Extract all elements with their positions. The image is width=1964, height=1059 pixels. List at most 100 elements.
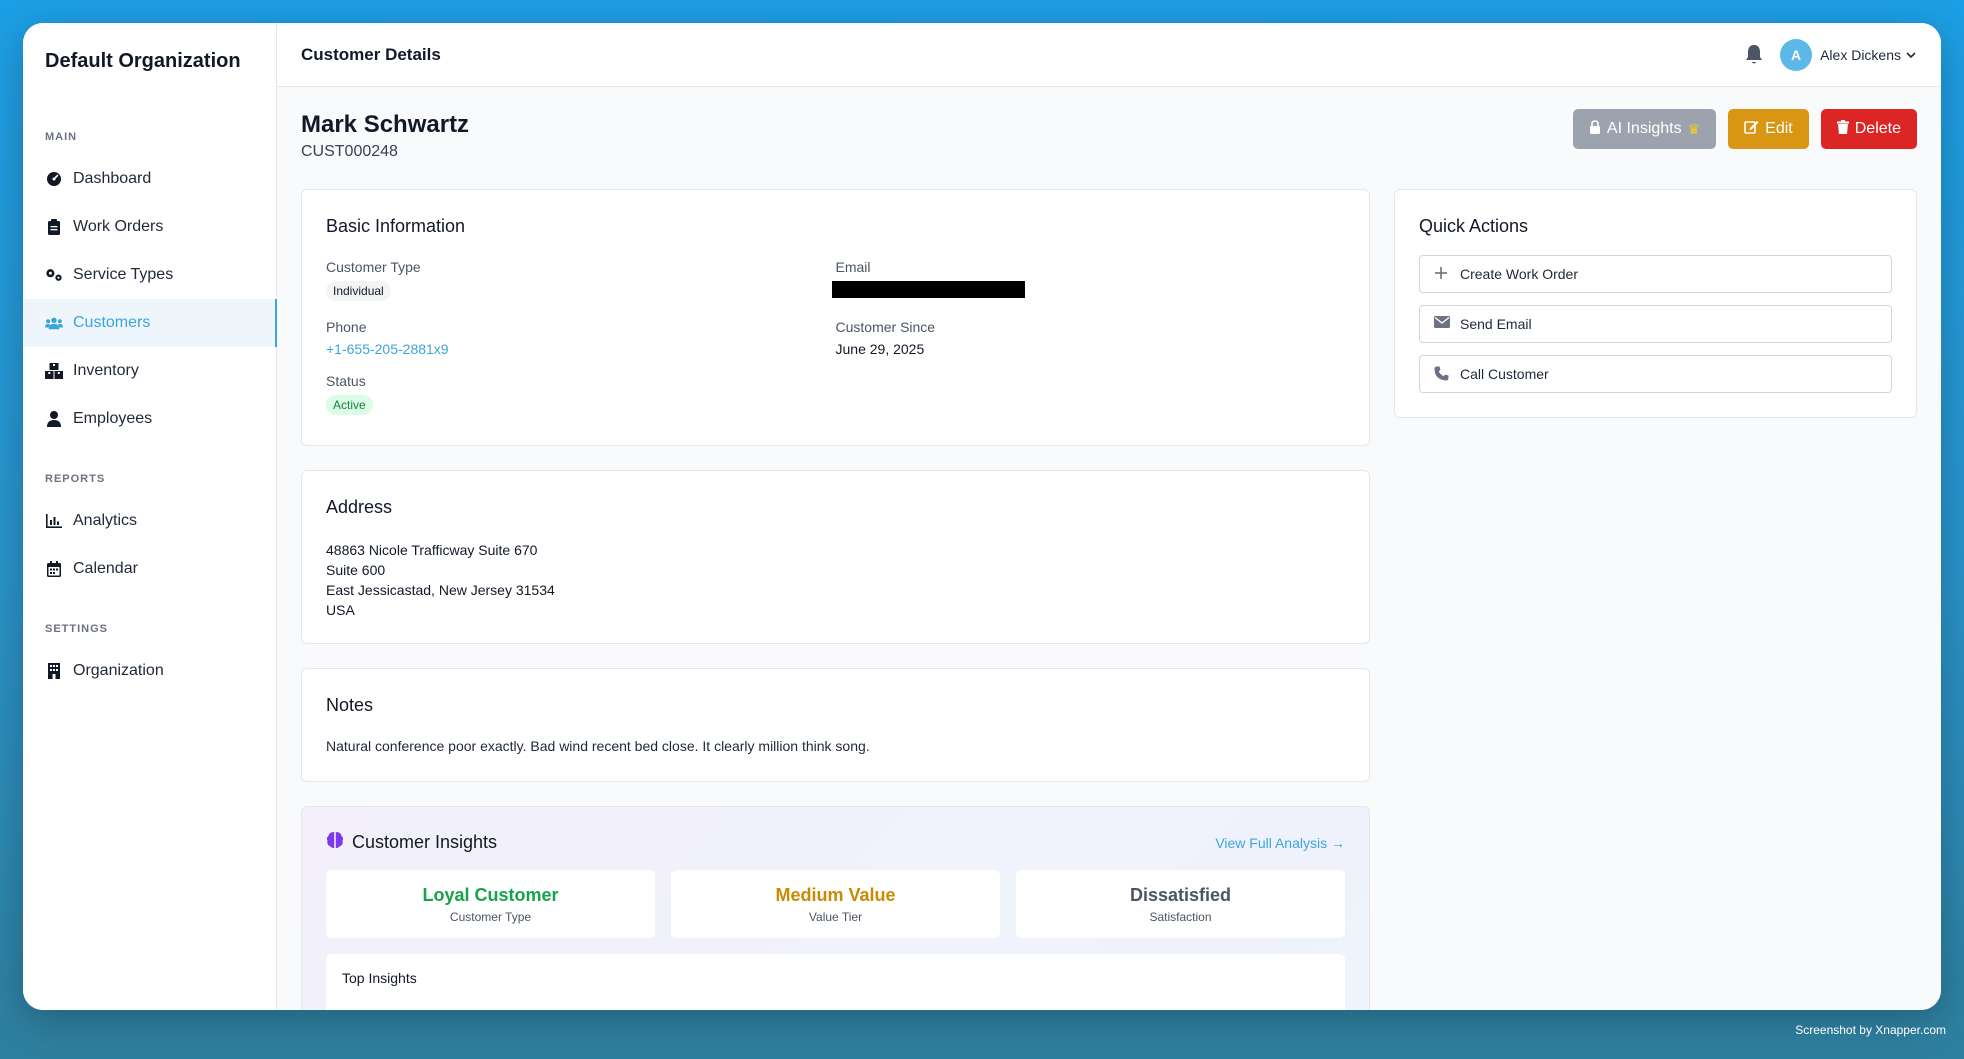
- lock-icon: [1589, 119, 1601, 139]
- nav-section-reports: REPORTS: [45, 473, 106, 485]
- customer-since-label: Customer Since: [835, 319, 936, 335]
- sidebar-item-dashboard[interactable]: Dashboard: [23, 155, 276, 203]
- user-icon: [45, 410, 63, 428]
- sidebar-item-customers[interactable]: Customers: [23, 299, 277, 347]
- boxes-icon: [45, 362, 63, 380]
- edit-icon: [1744, 119, 1759, 139]
- sidebar-item-calendar[interactable]: Calendar: [23, 545, 276, 593]
- tile-label: Satisfaction: [1149, 909, 1212, 924]
- sidebar-item-employees[interactable]: Employees: [23, 395, 276, 443]
- sidebar-item-work-orders[interactable]: Work Orders: [23, 203, 276, 251]
- sidebar-item-label: Calendar: [73, 560, 138, 577]
- page-title: Customer Details: [301, 44, 441, 64]
- brain-icon: [326, 831, 344, 854]
- gears-icon: [45, 266, 63, 284]
- dashboard-icon: [45, 170, 63, 188]
- right-column: Quick Actions Create Work Order Send Ema…: [1394, 189, 1917, 1010]
- sidebar-item-service-types[interactable]: Service Types: [23, 251, 276, 299]
- header-actions: AI Insights ♛ Edit Delete: [1572, 109, 1917, 149]
- envelope-icon: [1434, 316, 1450, 332]
- call-customer-label: Call Customer: [1460, 366, 1549, 382]
- insight-tile-satisfaction: Dissatisfied Satisfaction: [1016, 870, 1345, 938]
- clipboard-icon: [45, 218, 63, 236]
- phone-link[interactable]: +1-655-205-2881x9: [326, 341, 836, 357]
- sidebar-item-inventory[interactable]: Inventory: [23, 347, 276, 395]
- email-field: Email: [831, 259, 1346, 303]
- view-full-analysis-link[interactable]: View Full Analysis →: [1215, 835, 1345, 851]
- page-header: Mark Schwartz CUST000248 AI Insights ♛ E…: [301, 109, 1917, 189]
- email-redacted: [831, 281, 1025, 298]
- quick-actions-card: Quick Actions Create Work Order Send Ema…: [1394, 189, 1917, 418]
- quick-actions-title: Quick Actions: [1419, 216, 1529, 236]
- avatar[interactable]: A: [1780, 38, 1813, 71]
- insight-tile-customer-type: Loyal Customer Customer Type: [326, 870, 655, 938]
- phone-label: Phone: [326, 319, 367, 335]
- delete-button[interactable]: Delete: [1820, 109, 1917, 149]
- status-label: Status: [326, 373, 366, 389]
- customer-type-badge: Individual: [326, 281, 391, 301]
- phone-icon: [1434, 366, 1450, 382]
- sidebar: Default Organization MAIN Dashboard Work…: [23, 23, 277, 1010]
- notes-text: Natural conference poor exactly. Bad win…: [326, 738, 870, 754]
- basic-info-card: Basic Information Customer Type Individu…: [301, 189, 1370, 446]
- trash-icon: [1836, 119, 1849, 139]
- send-email-button[interactable]: Send Email: [1419, 305, 1892, 343]
- sidebar-item-analytics[interactable]: Analytics: [23, 497, 276, 545]
- sidebar-item-label: Organization: [73, 662, 164, 679]
- address-card: Address 48863 Nicole Trafficway Suite 67…: [301, 470, 1370, 644]
- tile-value: Loyal Customer: [422, 884, 559, 905]
- customer-id: CUST000248: [301, 143, 398, 160]
- building-icon: [45, 662, 63, 680]
- content: Mark Schwartz CUST000248 AI Insights ♛ E…: [277, 87, 1941, 1010]
- address-title: Address: [326, 497, 393, 517]
- tile-label: Customer Type: [449, 909, 532, 924]
- ai-insights-label: AI Insights: [1606, 120, 1682, 137]
- chart-icon: [45, 512, 63, 530]
- sidebar-item-label: Work Orders: [73, 218, 164, 235]
- content-columns: Basic Information Customer Type Individu…: [301, 189, 1917, 1010]
- send-email-label: Send Email: [1460, 316, 1532, 332]
- users-icon: [45, 314, 63, 332]
- left-column: Basic Information Customer Type Individu…: [301, 189, 1370, 1010]
- notes-card: Notes Natural conference poor exactly. B…: [301, 668, 1370, 782]
- org-name: Default Organization: [45, 50, 241, 72]
- notes-title: Notes: [326, 695, 374, 715]
- customer-type-field: Customer Type Individual: [326, 259, 836, 303]
- insight-tile-value-tier: Medium Value Value Tier: [671, 870, 1000, 938]
- sidebar-item-label: Customers: [73, 314, 151, 331]
- user-name[interactable]: Alex Dickens: [1820, 47, 1901, 63]
- sidebar-item-label: Employees: [73, 410, 153, 427]
- basic-info-title: Basic Information: [326, 216, 466, 236]
- watermark: Screenshot by Xnapper.com: [1795, 1023, 1946, 1037]
- app-window: Default Organization MAIN Dashboard Work…: [23, 23, 1941, 1010]
- top-insights-section: Top Insights: [326, 954, 1345, 1010]
- ai-insights-button[interactable]: AI Insights ♛: [1572, 109, 1717, 149]
- create-work-order-label: Create Work Order: [1460, 266, 1578, 282]
- sidebar-item-label: Analytics: [73, 512, 138, 529]
- phone-field: Phone +1-655-205-2881x9: [326, 319, 836, 357]
- chevron-down-icon[interactable]: [1905, 49, 1917, 61]
- bell-icon[interactable]: [1744, 44, 1766, 66]
- sidebar-item-organization[interactable]: Organization: [23, 647, 276, 695]
- address-line-3: East Jessicastad, New Jersey 31534: [326, 582, 555, 598]
- main-area: Customer Details A Alex Dickens Mark Sch…: [277, 23, 1941, 1010]
- status-badge: Active: [326, 395, 373, 415]
- topbar-right: A Alex Dickens: [1744, 38, 1917, 71]
- edit-label: Edit: [1765, 120, 1793, 137]
- status-field: Status Active: [326, 373, 836, 415]
- customer-type-label: Customer Type: [326, 259, 421, 275]
- edit-button[interactable]: Edit: [1728, 109, 1809, 149]
- email-label: Email: [835, 259, 871, 275]
- sidebar-item-label: Service Types: [73, 266, 174, 283]
- sidebar-item-label: Dashboard: [73, 170, 152, 187]
- crown-icon: ♛: [1687, 120, 1701, 137]
- sidebar-item-label: Inventory: [73, 362, 139, 379]
- customer-since-field: Customer Since June 29, 2025: [836, 319, 1346, 357]
- create-work-order-button[interactable]: Create Work Order: [1419, 255, 1892, 293]
- customer-insights-card: Customer Insights View Full Analysis → L…: [301, 806, 1370, 1010]
- tile-value: Dissatisfied: [1129, 884, 1232, 905]
- tile-value: Medium Value: [775, 884, 896, 905]
- delete-label: Delete: [1854, 120, 1901, 137]
- customer-since-value: June 29, 2025: [835, 341, 925, 357]
- call-customer-button[interactable]: Call Customer: [1419, 355, 1892, 393]
